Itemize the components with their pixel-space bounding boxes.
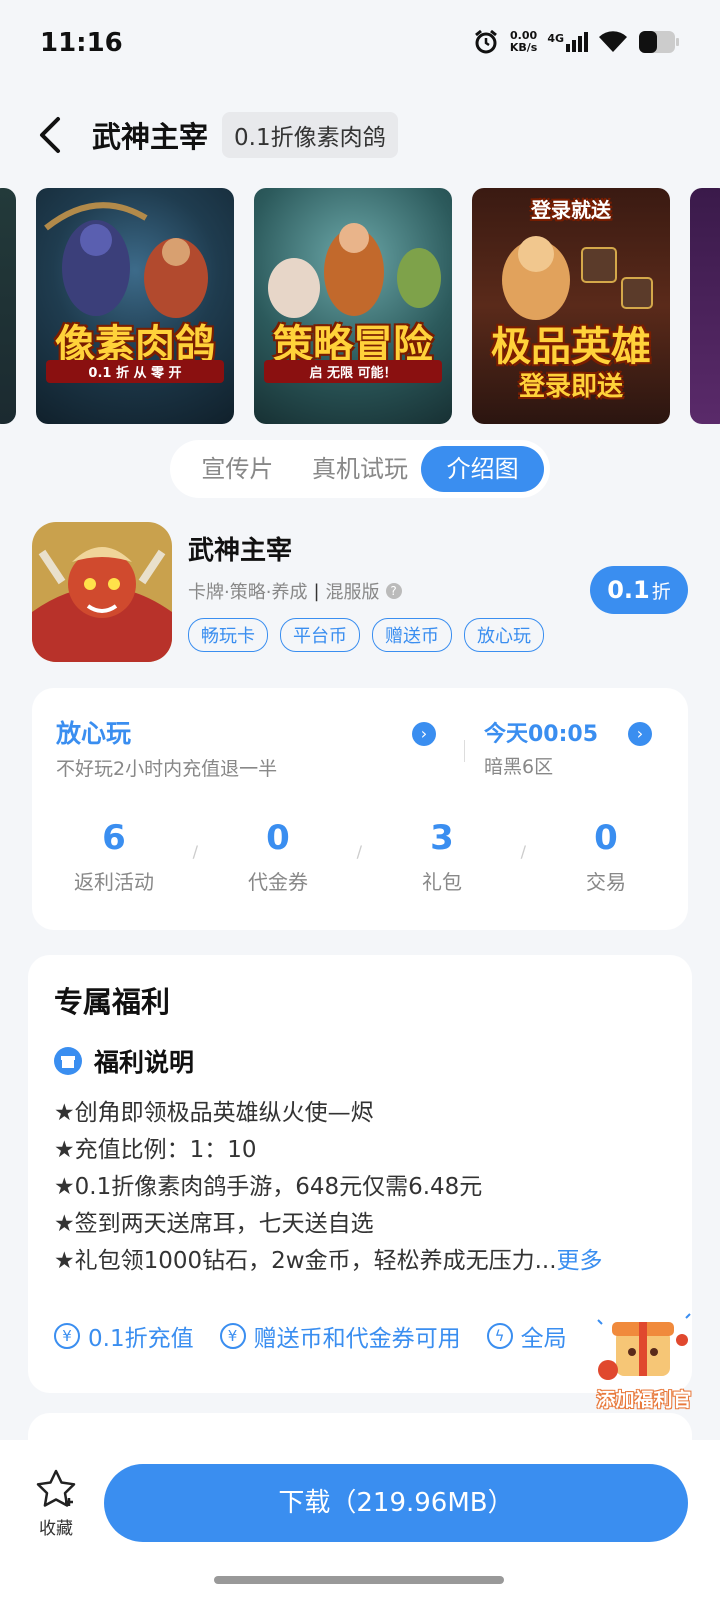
stat-vouchers[interactable]: 0 代金券 / [196,818,362,895]
favorite-label: 收藏 [39,1519,73,1539]
discount-unit: 折 [651,580,671,603]
battery-icon [639,31,679,53]
assurance-title[interactable]: 放心玩 [56,714,131,750]
assurance-card: 放心玩 不好玩2小时内充值退一半 › 今天00:05 暗黑6区 › 6 返利活动… [32,688,688,930]
benefit-line: ★礼包领1000钻石，2w金币，轻松养成无压力... [54,1248,557,1274]
app-tag: 放心玩 [464,618,544,652]
discount-badge: 0.1 折 [590,566,688,614]
app-icon-image [32,522,172,662]
benefit-list: ★创角即领极品英雄纵火使—烬 ★充值比例：1：10 ★0.1折像素肉鸽手游，64… [54,1095,674,1280]
app-genres: 卡牌·策略·养成 [188,582,308,603]
wifi-icon [599,31,627,52]
page-header: 武神主宰 0.1折像素肉鸽 [0,100,720,170]
server-type: 混服版 [325,582,380,603]
game-art-image [44,202,208,318]
lightning-icon: ϟ [486,1323,513,1349]
yen-icon: ¥ [54,1323,80,1349]
back-button[interactable] [30,115,70,155]
title-tag: 0.1折像素肉鸽 [222,112,398,158]
welfare-assistant-label: 添加福利官 [596,1389,692,1411]
stat-label: 交易 [586,870,626,894]
app-tag: 畅玩卡 [188,618,268,652]
slide-caption: 极品英雄 [491,324,651,370]
stat-gifts[interactable]: 3 礼包 / [360,818,526,895]
status-bar: 11:16 0.00 KB/s 4G [0,0,720,90]
perk-item: ¥ 赠送币和代金券可用 [219,1319,461,1353]
assurance-desc: 不好玩2小时内充值退一半 [56,758,278,780]
welfare-assistant-button[interactable]: 添加福利官 [590,1300,698,1412]
status-time: 11:16 [40,28,123,58]
home-indicator[interactable] [214,1576,504,1584]
stat-label: 礼包 [422,870,462,894]
network-type: 4G [547,32,564,45]
server-open-time[interactable]: 今天00:05 [484,716,598,748]
welfare-title: 专属福利 [54,985,171,1019]
carousel-slide[interactable]: 登录就送 极品英雄 登录即送 [472,188,670,424]
stat-label: 返利活动 [74,870,154,894]
welfare-subheader: 福利说明 [54,1043,194,1079]
stat-rebate[interactable]: 6 返利活动 / [32,818,198,895]
download-button[interactable]: 下载（219.96MB） [104,1464,688,1542]
perk-row: ¥0.1折充值 ¥ 赠送币和代金券可用 ϟ 全局 [54,1319,567,1353]
stat-value: 0 [266,818,290,858]
gift-icon [54,1047,82,1075]
app-tag: 赠送币 [372,618,452,652]
app-icon [32,522,172,662]
stat-trades[interactable]: 0 交易 [524,818,688,895]
perk-label: 赠送币和代金券可用 [253,1326,461,1352]
app-categories: 卡牌·策略·养成 | 混服版 ? [188,578,402,604]
perk-label: 全局 [520,1326,567,1352]
tab-video[interactable]: 宣传片 [176,446,299,492]
game-art-image [268,223,441,318]
perk-item: ϟ 全局 [486,1319,567,1353]
media-tabs: 宣传片 真机试玩 介绍图 [170,440,550,498]
help-icon[interactable]: ? [385,583,402,599]
stat-label: 代金券 [248,870,308,894]
back-arrow-icon [40,117,60,153]
star-icon [36,1469,76,1507]
benefit-line: ★创角即领极品英雄纵火使—烬 [54,1100,374,1126]
discount-value: 0.1 [607,576,650,604]
app-tag: 平台币 [280,618,360,652]
carousel-edge-left [0,188,16,424]
gift-box-mascot-icon [597,1313,691,1380]
app-info: 武神主宰 卡牌·策略·养成 | 混服版 ? 畅玩卡 平台币 赠送币 放心玩 0.… [32,522,688,662]
benefit-line: ★签到两天送席耳，七天送自选 [54,1211,374,1237]
separator: | [313,580,320,602]
stat-value: 6 [102,818,126,858]
tab-intro-images[interactable]: 介绍图 [421,446,545,492]
signal-icon: 4G [547,32,588,52]
net-speed-unit: KB/s [509,41,538,54]
server-name: 暗黑6区 [484,756,554,778]
benefit-line: ★充值比例：1：10 [54,1137,257,1163]
stat-value: 0 [594,818,618,858]
carousel-slide[interactable]: 像素肉鸽 0.1 折 从 零 开 [36,188,234,424]
alarm-icon [474,29,497,54]
app-name: 武神主宰 [188,536,293,566]
stat-value: 3 [430,818,454,858]
assurance-arrow-icon[interactable]: › [412,722,436,746]
stats-row: 6 返利活动 / 0 代金券 / 3 礼包 / 0 交易 [32,818,688,895]
page-title: 武神主宰 [92,120,209,154]
slide-subcaption: 0.1 折 从 零 开 [46,360,224,383]
welfare-subtitle: 福利说明 [94,1048,195,1077]
more-link[interactable]: 更多 [557,1248,603,1274]
tab-demo[interactable]: 真机试玩 [299,446,422,492]
slide-subcaption: 登录即送 [518,372,623,402]
screenshot-carousel[interactable]: 像素肉鸽 0.1 折 从 零 开 策略冒险 启 无限 可能！ 登录就送 极品英雄… [0,188,720,424]
app-tags: 畅玩卡 平台币 赠送币 放心玩 [188,618,544,652]
divider [464,740,465,762]
perk-item: ¥0.1折充值 [54,1319,194,1353]
benefit-line-last: ★礼包领1000钻石，2w金币，轻松养成无压力...更多 [54,1243,674,1280]
favorite-button[interactable]: 收藏 [34,1468,78,1539]
net-speed: 0.00 KB/s [510,30,537,54]
carousel-slide[interactable]: 策略冒险 启 无限 可能！ [254,188,452,424]
benefit-line: ★0.1折像素肉鸽手游，648元仅需6.48元 [54,1174,483,1200]
perk-label: 0.1折充值 [88,1326,194,1352]
yen-icon: ¥ [219,1323,246,1349]
slide-subcaption: 启 无限 可能！ [264,360,442,383]
carousel-edge-right [690,188,720,424]
server-arrow-icon[interactable]: › [628,722,652,746]
status-icons: 0.00 KB/s 4G [472,28,680,56]
